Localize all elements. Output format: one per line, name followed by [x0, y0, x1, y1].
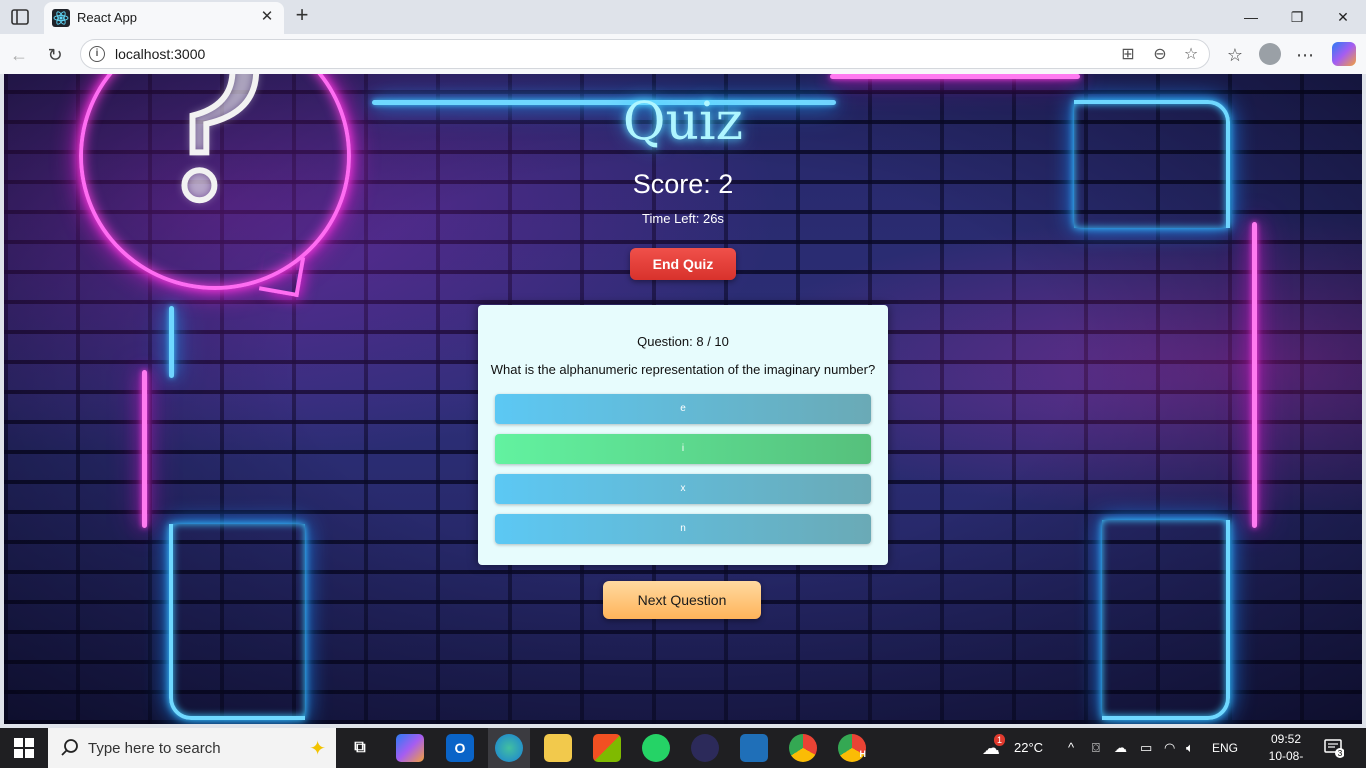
browser-tab-bar: React App ✕ + — ❐ ✕ — [0, 0, 1366, 34]
answer-option[interactable]: n — [495, 514, 871, 544]
windows-taskbar: Type here to search ✦ ⧉ O H ☁ 1 22°C ^ ⌼… — [0, 728, 1366, 768]
copilot-icon[interactable] — [1332, 42, 1356, 66]
close-window-icon[interactable]: ✕ — [1320, 4, 1366, 30]
neon-corner-bottom-left — [169, 524, 305, 720]
neon-bar-left-upper — [169, 306, 174, 378]
question-text: What is the alphanumeric representation … — [490, 362, 876, 377]
clock-time: 09:52 — [1270, 732, 1302, 746]
windows-start-icon[interactable] — [14, 738, 34, 758]
refresh-icon[interactable]: ↻ — [42, 42, 68, 68]
outlook-icon[interactable]: O — [446, 734, 474, 762]
speech-bubble-tail — [258, 250, 306, 298]
notification-count: 3 — [1338, 749, 1343, 758]
react-logo-icon — [52, 9, 70, 27]
show-hidden-icons-icon[interactable]: ^ — [1068, 728, 1074, 768]
page-viewport: ? Quiz Score: 2 Time Left: 26s End Quiz … — [4, 74, 1362, 724]
neon-bar-top-pink — [830, 74, 1080, 79]
quiz-title: Quiz — [622, 92, 744, 152]
minimize-icon[interactable]: — — [1228, 4, 1274, 30]
question-card: Question: 8 / 10 What is the alphanumeri… — [478, 305, 888, 565]
answer-option[interactable]: e — [495, 394, 871, 424]
whatsapp-icon[interactable] — [642, 734, 670, 762]
edge-icon[interactable] — [495, 734, 523, 762]
language-indicator[interactable]: ENG — [1212, 728, 1238, 768]
taskbar-search-box[interactable]: Type here to search ✦ — [48, 728, 336, 768]
battery-icon[interactable]: ▭ — [1140, 728, 1152, 768]
clock-date: 10-08-2025 — [1268, 749, 1304, 768]
info-icon[interactable]: i — [89, 46, 105, 62]
neon-bar-right-pink — [1252, 222, 1257, 528]
app-available-icon[interactable]: ⊞ — [1117, 44, 1139, 66]
task-view-icon[interactable]: ⧉ — [346, 734, 374, 762]
favorites-icon[interactable]: ☆ — [1222, 42, 1248, 68]
score-display: Score: 2 — [632, 169, 734, 199]
zoom-icon[interactable]: ⊖ — [1149, 44, 1171, 66]
profile-avatar[interactable] — [1259, 43, 1281, 65]
back-arrow-icon[interactable]: ← — [6, 42, 32, 68]
browser-toolbar: ← ↻ i localhost:3000 ⊞ ⊖ ☆ ☆ ⋯ — [0, 34, 1366, 74]
sparkle-icon: ✦ — [309, 738, 326, 760]
notification-icon[interactable]: 3 — [1324, 738, 1344, 758]
chrome-profile-icon[interactable]: H — [838, 734, 866, 762]
close-tab-icon[interactable]: ✕ — [258, 8, 276, 26]
weather-badge: 1 — [994, 734, 1006, 746]
question-counter: Question: 8 / 10 — [637, 334, 729, 349]
browser-tab[interactable]: React App ✕ — [44, 2, 284, 34]
file-explorer-icon[interactable] — [544, 734, 572, 762]
new-tab-button[interactable]: + — [291, 4, 313, 27]
address-bar[interactable]: i localhost:3000 ⊞ ⊖ ☆ — [80, 39, 1210, 69]
volume-icon[interactable]: 🔈︎ — [1186, 728, 1194, 768]
tab-title: React App — [77, 10, 137, 25]
answer-option[interactable]: x — [495, 474, 871, 504]
next-question-button[interactable]: Next Question — [603, 581, 761, 619]
onedrive-icon[interactable]: ☁ — [1114, 728, 1127, 768]
chrome-icon[interactable] — [789, 734, 817, 762]
end-quiz-button[interactable]: End Quiz — [630, 248, 736, 280]
vscode-icon[interactable] — [740, 734, 768, 762]
star-icon[interactable]: ☆ — [1180, 44, 1202, 66]
weather-temp[interactable]: 22°C — [1014, 728, 1043, 768]
search-placeholder: Type here to search — [88, 740, 221, 757]
copilot-app-icon[interactable] — [396, 734, 424, 762]
meet-icon[interactable]: ⌼ — [1092, 728, 1100, 768]
search-icon — [61, 739, 78, 756]
eclipse-icon[interactable] — [691, 734, 719, 762]
answer-option-selected[interactable]: i — [495, 434, 871, 464]
restore-icon[interactable]: ❐ — [1274, 4, 1320, 30]
microsoft-store-icon[interactable] — [593, 734, 621, 762]
more-options-icon[interactable]: ⋯ — [1292, 42, 1318, 68]
time-left: Time Left: 26s — [642, 211, 724, 226]
neon-bar-left-pink — [142, 370, 147, 528]
wifi-icon[interactable]: ◠ — [1164, 728, 1175, 768]
system-clock[interactable]: 09:52 10-08-2025 — [1258, 731, 1314, 768]
tab-actions-icon[interactable] — [10, 7, 30, 27]
address-url[interactable]: localhost:3000 — [115, 46, 205, 62]
neon-corner-bottom-right — [1102, 520, 1230, 720]
